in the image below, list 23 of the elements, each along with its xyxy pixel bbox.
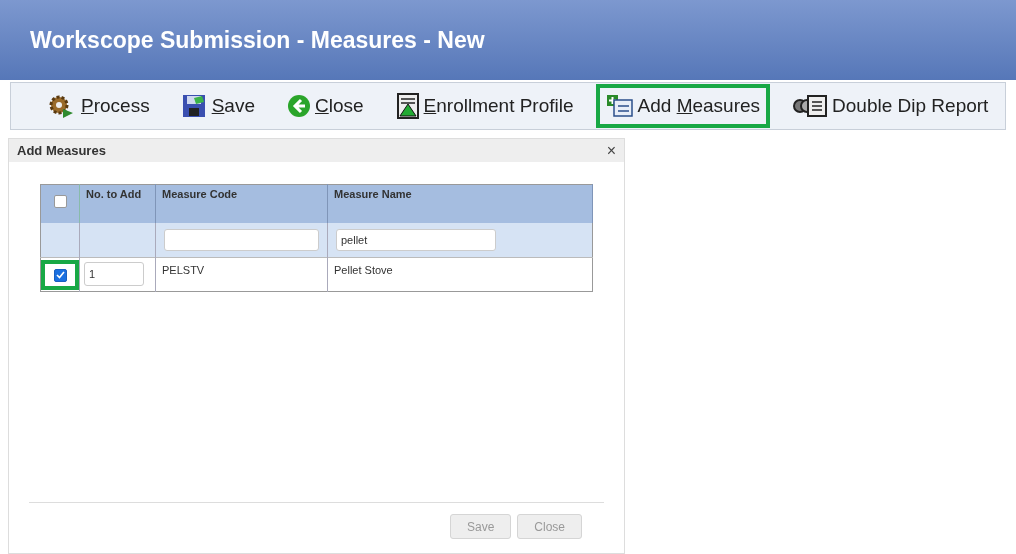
window-title: Workscope Submission - Measures - New: [30, 25, 485, 55]
filter-field[interactable]: pellet: [336, 228, 496, 251]
close-icon[interactable]: ×: [606, 142, 616, 159]
column-header: No. to Add: [86, 188, 142, 200]
count-field[interactable]: 1: [84, 262, 144, 286]
column-header: Measure Code: [162, 188, 238, 200]
add-grid-icon: [605, 94, 634, 118]
dialog-title: Add Measures: [17, 141, 106, 160]
checkbox[interactable]: [53, 195, 67, 208]
toolbar-button[interactable]: Close: [277, 84, 374, 128]
checkbox[interactable]: [53, 268, 67, 282]
toolbar-button[interactable]: Save: [171, 84, 265, 128]
report-icon: [792, 94, 829, 118]
toolbar-button[interactable]: Double Dip Report: [782, 84, 999, 128]
table-cell: Pellet Stove: [334, 264, 393, 276]
check-icon: [55, 271, 65, 279]
toolbar-button[interactable]: Enrollment Profile: [385, 84, 584, 128]
document-icon: [395, 93, 420, 119]
column-header: Measure Name: [334, 188, 412, 200]
table-cell: PELSTV: [162, 264, 205, 276]
toolbar-button[interactable]: Process: [37, 84, 160, 128]
toolbar-button[interactable]: Add Measures: [595, 84, 771, 128]
filter-field[interactable]: [164, 228, 319, 251]
